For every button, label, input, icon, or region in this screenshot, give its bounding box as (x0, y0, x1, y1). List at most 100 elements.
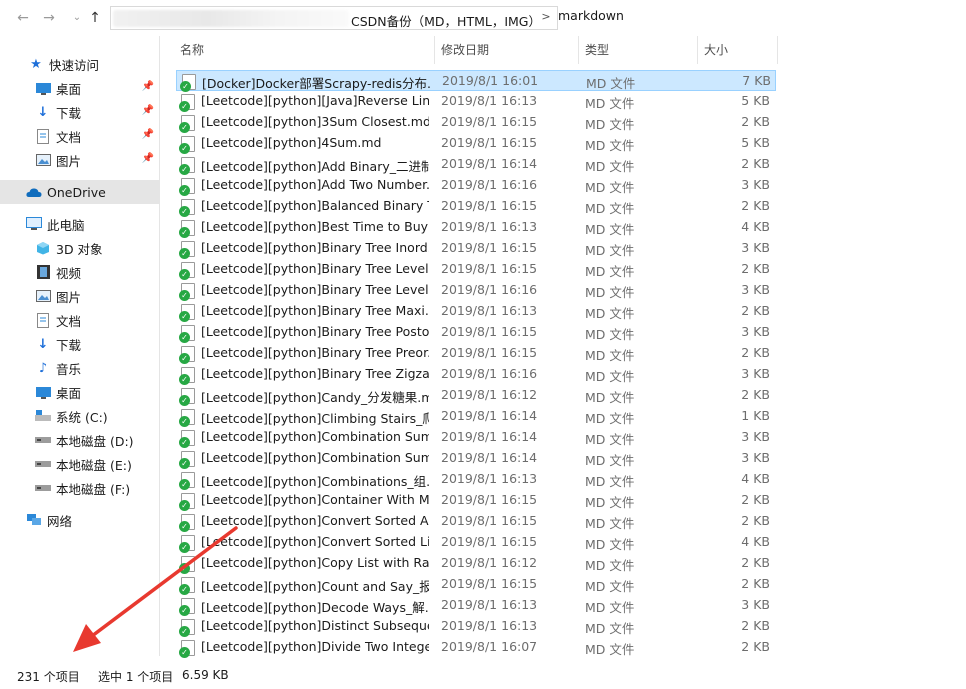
sidebar-item-music[interactable]: ♪ 音乐 (0, 356, 159, 380)
file-row[interactable]: ✓ [Leetcode][python]3Sum Closest.md 2019/8… (176, 112, 776, 133)
file-size: 7 KB (742, 73, 771, 88)
file-row[interactable]: ✓ [Leetcode][python]Decode Ways_解... 2019/… (176, 595, 776, 616)
file-type: MD 文件 (585, 159, 635, 174)
file-row[interactable]: ✓ [Leetcode][python]Convert Sorted Lis...… (176, 532, 776, 553)
file-name: [Leetcode][python]Binary Tree Preor... (201, 345, 429, 360)
file-row[interactable]: ✓ [Leetcode][python]Balanced Binary T... 2… (176, 196, 776, 217)
column-header-size[interactable]: 大小 (698, 36, 778, 64)
file-name: [Leetcode][python]Convert Sorted Ar... (201, 513, 429, 528)
file-row[interactable]: ✓ [Leetcode][python]Distinct Subseque... 2… (176, 616, 776, 637)
file-row[interactable]: ✓ [Leetcode][python]Combination Sum ... 20… (176, 427, 776, 448)
file-row[interactable]: ✓ [Leetcode][python]Divide Two Intege... 2… (176, 637, 776, 658)
sidebar-item-documents[interactable]: 文档 📌 (0, 124, 159, 148)
file-row[interactable]: ✓ [Leetcode][python]Combinations_组... 2019… (176, 469, 776, 490)
sync-check-icon: ✓ (179, 479, 190, 490)
file-row[interactable]: ✓ [Docker]Docker部署Scrapy-redis分布... 2019/8… (176, 70, 776, 92)
recent-locations-chevron-icon[interactable]: ⌄ (68, 9, 86, 27)
pin-icon[interactable]: 📌 (142, 129, 154, 140)
file-size: 2 KB (741, 387, 770, 402)
file-row[interactable]: ✓ [Leetcode][python]Container With M... 20… (176, 490, 776, 511)
sidebar-item-3d-objects[interactable]: 3D 对象 (0, 236, 159, 260)
file-size: 3 KB (741, 429, 770, 444)
sidebar-item-quick-access[interactable]: ★ 快速访问 (0, 52, 159, 76)
column-header-type[interactable]: 类型 (579, 36, 698, 64)
file-row[interactable]: ✓ [Leetcode][python]4Sum.md 2019/8/1 16:15… (176, 133, 776, 154)
file-name: [Leetcode][python][Java]Reverse Link... (201, 93, 429, 108)
sidebar-item-drive-c[interactable]: 系统 (C:) (0, 404, 159, 428)
file-name: [Leetcode][python]Decode Ways_解... (201, 600, 429, 615)
file-name: [Leetcode][python]Copy List with Ran... (201, 555, 429, 570)
file-type: MD 文件 (585, 306, 635, 321)
sync-check-icon: ✓ (179, 584, 190, 595)
up-arrow-icon[interactable]: ↑ (86, 9, 104, 27)
desktop-icon (35, 80, 51, 96)
markdown-file-icon: ✓ (179, 640, 195, 658)
selection-count: 选中 1 个项目 (98, 670, 174, 684)
file-date: 2019/8/1 16:15 (441, 198, 538, 213)
file-row[interactable]: ✓ [Leetcode][python]Add Binary_二进制... 2019… (176, 154, 776, 175)
file-row[interactable]: ✓ [Leetcode][python]Convert Sorted Ar... 2… (176, 511, 776, 532)
file-row[interactable]: ✓ [Leetcode][python]Binary Tree Postor...… (176, 322, 776, 343)
file-row[interactable]: ✓ [Leetcode][python]Binary Tree Maxi... 20… (176, 301, 776, 322)
file-row[interactable]: ✓ [Leetcode][python]Binary Tree Preor... 2… (176, 343, 776, 364)
pin-icon[interactable]: 📌 (142, 81, 154, 92)
markdown-file-icon: ✓ (179, 178, 195, 196)
file-row[interactable]: ✓ [Leetcode][python]Binary Tree Level ...… (176, 259, 776, 280)
sidebar-item-pictures-pc[interactable]: 图片 (0, 284, 159, 308)
sidebar-item-drive-e[interactable]: 本地磁盘 (E:) (0, 452, 159, 476)
column-header-date[interactable]: 修改日期 (435, 36, 579, 64)
breadcrumb-current[interactable]: markdown (558, 8, 624, 23)
document-icon (35, 312, 51, 328)
markdown-file-icon: ✓ (179, 115, 195, 133)
breadcrumb-separator-icon[interactable]: > (539, 10, 553, 26)
file-type: MD 文件 (585, 264, 635, 279)
file-row[interactable]: ✓ [Leetcode][python]Binary Tree Level ...… (176, 280, 776, 301)
file-row[interactable]: ✓ [Leetcode][python]Climbing Stairs_爬... 2… (176, 406, 776, 427)
file-name: [Docker]Docker部署Scrapy-redis分布... (202, 76, 430, 91)
file-name: [Leetcode][python]Binary Tree Level ... (201, 282, 429, 297)
sidebar-item-desktop[interactable]: 桌面 📌 (0, 76, 159, 100)
file-row[interactable]: ✓ [Leetcode][python]Candy_分发糖果.md 2019/8/1… (176, 385, 776, 406)
file-date: 2019/8/1 16:13 (441, 93, 538, 108)
sidebar-item-downloads[interactable]: ↓ 下载 📌 (0, 100, 159, 124)
pin-icon[interactable]: 📌 (142, 153, 154, 164)
file-size: 3 KB (741, 597, 770, 612)
sidebar-item-network[interactable]: 网络 (0, 508, 159, 532)
document-icon (35, 128, 51, 144)
file-name: [Leetcode][python]Binary Tree Maxi... (201, 303, 429, 318)
sidebar-item-drive-f[interactable]: 本地磁盘 (F:) (0, 476, 159, 500)
file-name: [Leetcode][python]Count and Say_报... (201, 579, 429, 594)
sync-check-icon: ✓ (179, 605, 190, 616)
file-type: MD 文件 (585, 621, 635, 636)
column-header-name[interactable]: 名称 (174, 36, 435, 64)
breadcrumb-segment[interactable]: CSDN备份（MD，HTML，IMG） (351, 11, 541, 30)
address-bar[interactable]: CSDN备份（MD，HTML，IMG） > (110, 6, 558, 30)
file-size: 2 KB (741, 492, 770, 507)
sidebar-item-desktop-pc[interactable]: 桌面 (0, 380, 159, 404)
sidebar-item-onedrive[interactable]: OneDrive (0, 180, 159, 204)
pin-icon[interactable]: 📌 (142, 105, 154, 116)
markdown-file-icon: ✓ (179, 514, 195, 532)
file-row[interactable]: ✓ [Leetcode][python]Add Two Number... 2019… (176, 175, 776, 196)
file-name: [Leetcode][python]Balanced Binary T... (201, 198, 429, 213)
file-row[interactable]: ✓ [Leetcode][python]Combination Sum_... 20… (176, 448, 776, 469)
forward-arrow-icon[interactable]: → (40, 9, 58, 27)
file-row[interactable]: ✓ [Leetcode][python]Copy List with Ran...… (176, 553, 776, 574)
sidebar-item-this-pc[interactable]: 此电脑 (0, 212, 159, 236)
file-row[interactable]: ✓ [Leetcode][python]Binary Tree Zigza... 2… (176, 364, 776, 385)
network-icon (26, 512, 42, 528)
file-row[interactable]: ✓ [Leetcode][python][Java]Reverse Link...… (176, 91, 776, 112)
file-size: 3 KB (741, 240, 770, 255)
file-type: MD 文件 (585, 411, 635, 426)
back-arrow-icon[interactable]: ← (14, 9, 32, 27)
file-row[interactable]: ✓ [Leetcode][python]Count and Say_报... 201… (176, 574, 776, 595)
file-row[interactable]: ✓ [Leetcode][python]Binary Tree Inord... 2… (176, 238, 776, 259)
sync-check-icon: ✓ (179, 290, 190, 301)
file-row[interactable]: ✓ [Leetcode][python]Best Time to Buy ... 2… (176, 217, 776, 238)
cube-icon (35, 240, 51, 256)
sidebar-item-documents-pc[interactable]: 文档 (0, 308, 159, 332)
sidebar-item-drive-d[interactable]: 本地磁盘 (D:) (0, 428, 159, 452)
sidebar-item-videos[interactable]: 视频 (0, 260, 159, 284)
sidebar-item-pictures[interactable]: 图片 📌 (0, 148, 159, 172)
sidebar-item-downloads-pc[interactable]: ↓ 下载 (0, 332, 159, 356)
